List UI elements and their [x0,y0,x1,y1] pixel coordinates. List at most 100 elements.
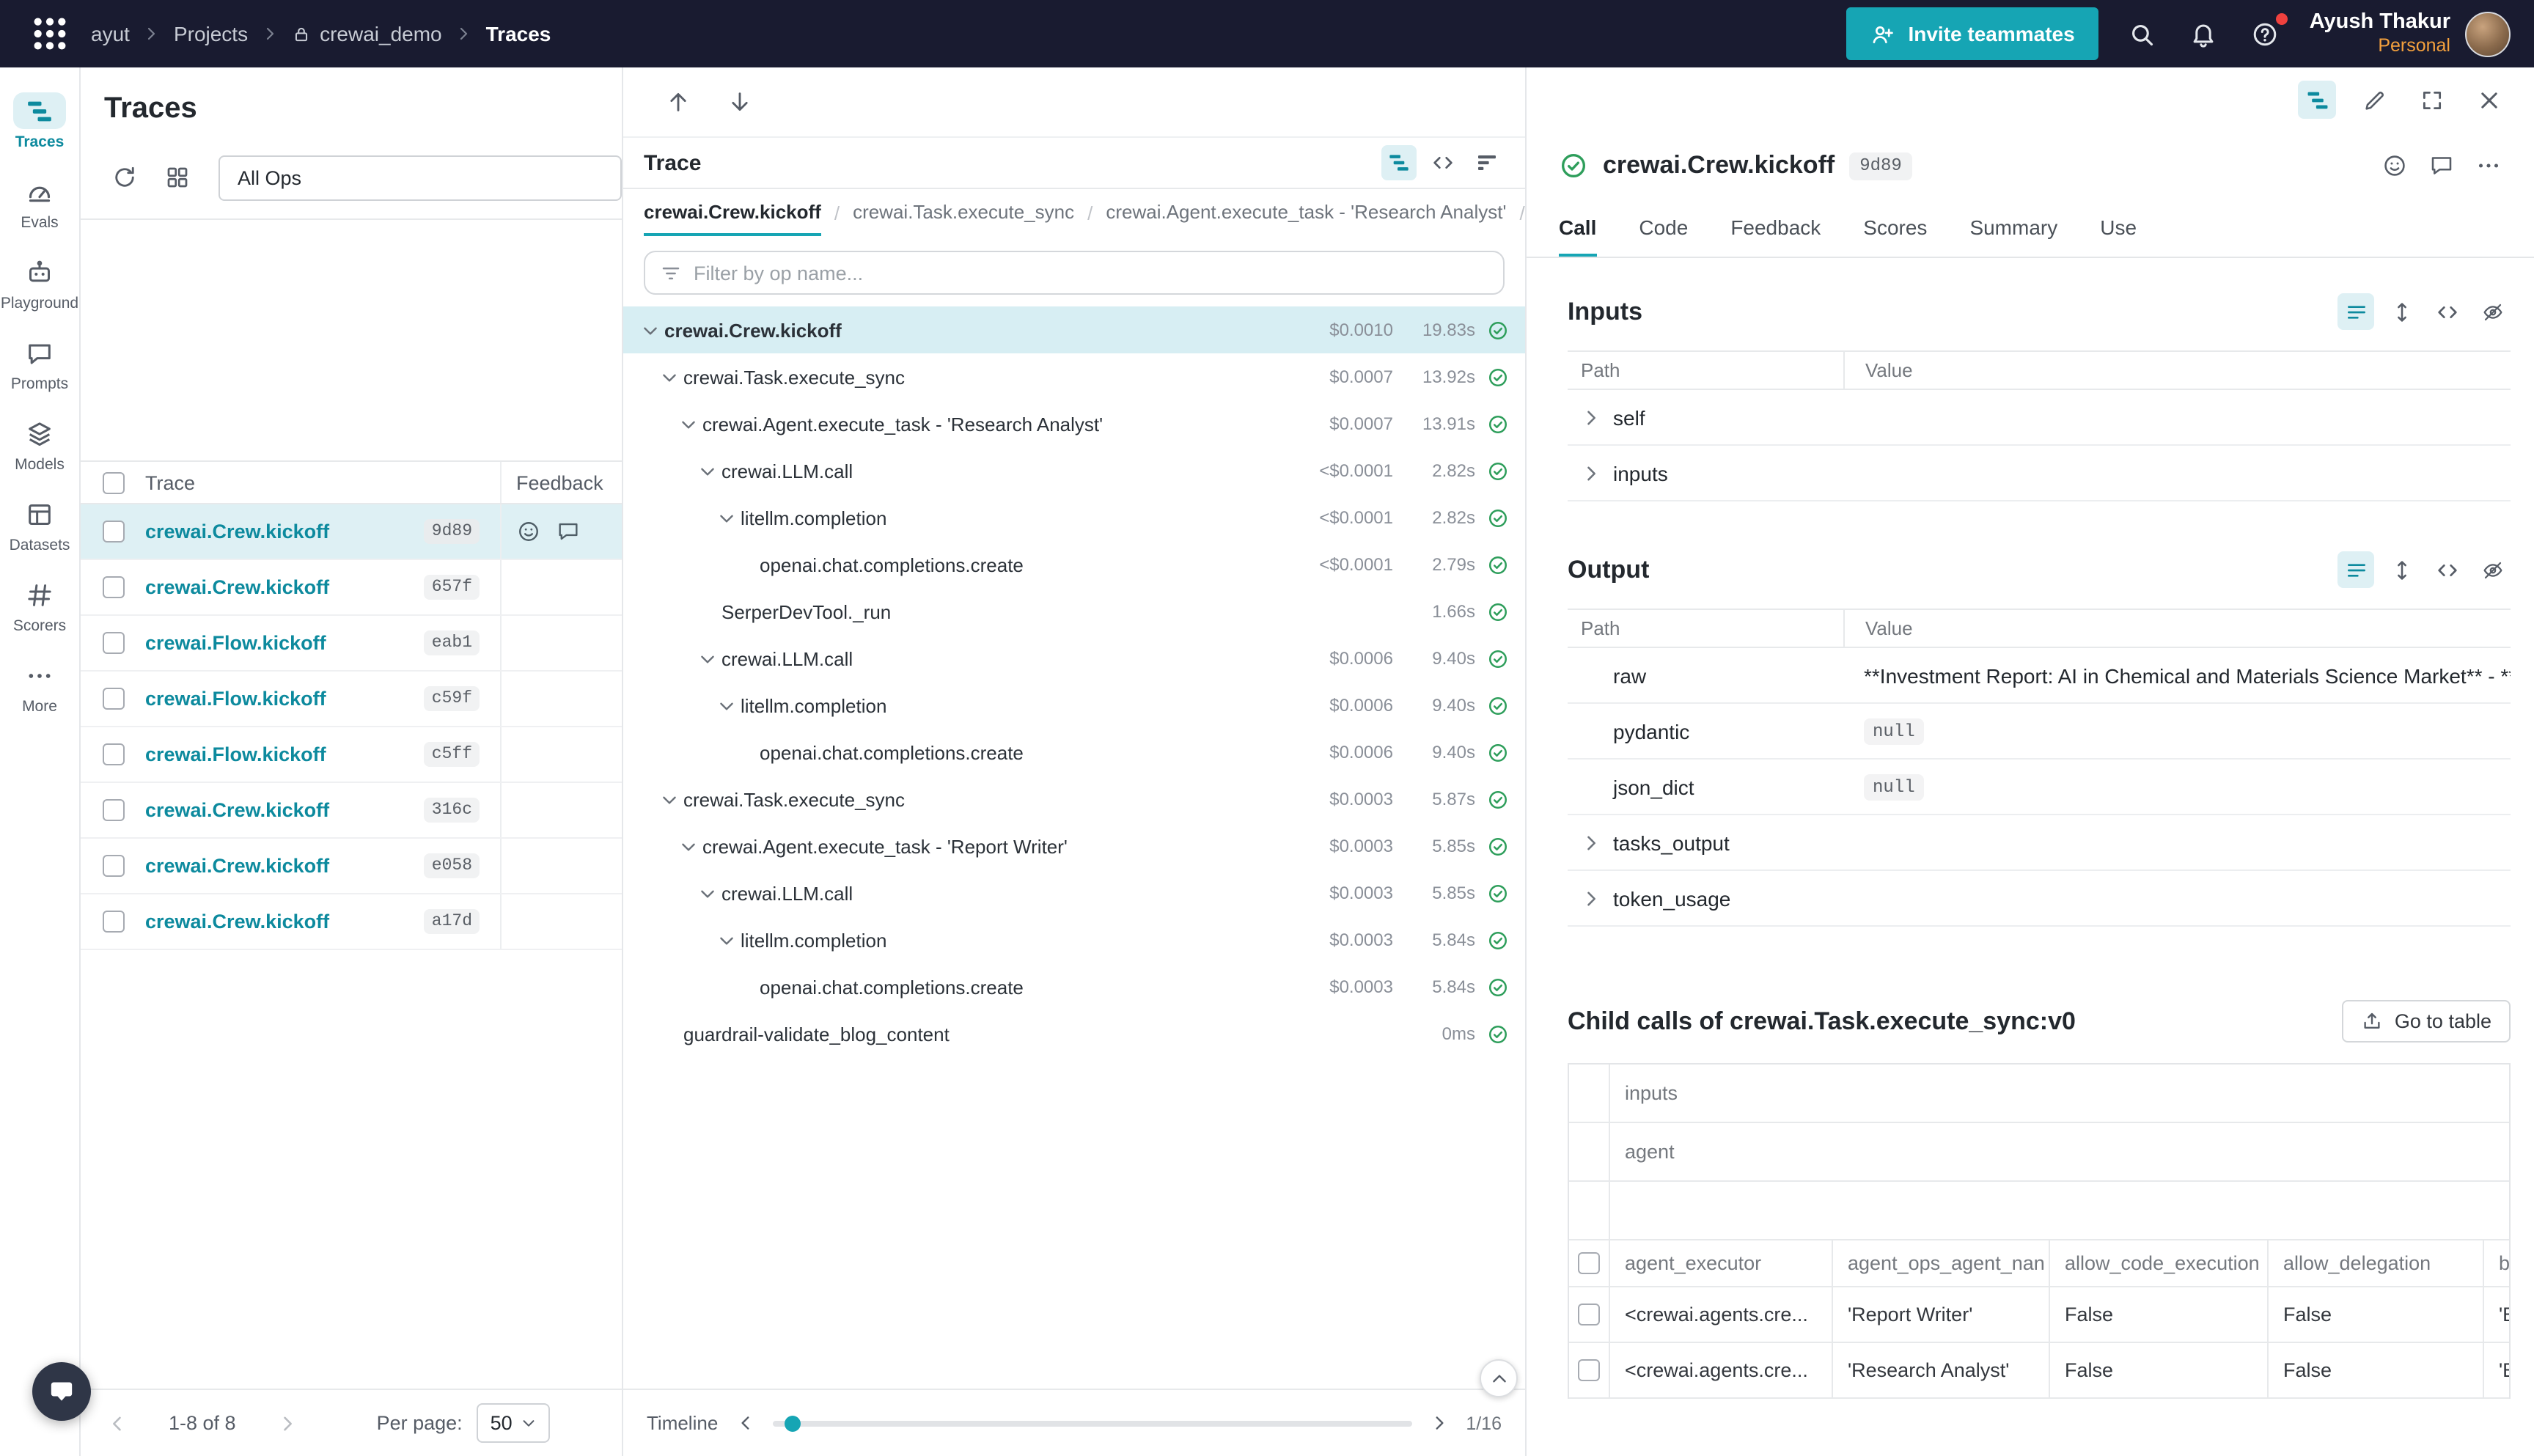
tab-summary[interactable]: Summary [1969,199,2057,257]
row-checkbox[interactable] [1578,1359,1600,1381]
per-page-select[interactable]: 50 [477,1403,551,1443]
breadcrumb-project[interactable]: crewai_demo [292,22,442,45]
comment-icon[interactable] [2428,152,2455,179]
call-tree-row[interactable]: crewai.Task.execute_sync $0.0007 13.92s [623,353,1525,400]
sidebar-item-traces[interactable]: Traces [0,82,79,163]
timeline-knob[interactable] [784,1415,800,1431]
call-tree-row[interactable]: crewai.LLM.call $0.0003 5.85s [623,869,1525,916]
flame-view-button[interactable] [1469,145,1505,180]
call-tree-row[interactable]: openai.chat.completions.create $0.0003 5… [623,963,1525,1010]
next-call-button[interactable] [723,86,755,118]
tab-feedback[interactable]: Feedback [1730,199,1821,257]
call-tree-row[interactable]: crewai.Agent.execute_task - 'Report Writ… [623,823,1525,869]
ops-filter-select[interactable]: All Ops [218,155,622,200]
call-tree-row[interactable]: openai.chat.completions.create <$0.0001 … [623,541,1525,588]
comment-icon[interactable] [556,519,581,544]
tab-scores[interactable]: Scores [1863,199,1927,257]
search-button[interactable] [2125,16,2160,51]
more-menu-icon[interactable] [2475,152,2502,179]
chevron-down-icon[interactable] [679,837,698,856]
notifications-button[interactable] [2186,16,2222,51]
select-all-checkbox[interactable] [102,471,124,493]
chevron-right-icon[interactable] [1581,463,1601,483]
path-tab[interactable]: crewai.Agent.execute_task - 'Research An… [1106,189,1506,236]
json-view-button[interactable] [2428,551,2465,588]
call-tree-row[interactable]: crewai.LLM.call <$0.0001 2.82s [623,447,1525,494]
output-row[interactable]: json_dict null [1568,760,2511,815]
trace-name-link[interactable]: crewai.Crew.kickoff [145,576,425,598]
tree-toggle-button[interactable] [2298,81,2336,119]
chevron-down-icon[interactable] [641,320,660,339]
trace-row[interactable]: crewai.Crew.kickoff 9d89 [81,504,622,560]
call-tree-row[interactable]: litellm.completion $0.0003 5.84s [623,916,1525,963]
path-tab[interactable]: crewai.Task.execute_sync [853,189,1074,236]
breadcrumb-projects[interactable]: Projects [174,22,248,45]
sidebar-item-models[interactable]: Models [0,405,79,485]
input-row[interactable]: inputs [1568,446,2511,501]
call-tree-row[interactable]: litellm.completion $0.0006 9.40s [623,682,1525,729]
call-tree-row[interactable]: SerperDevTool._run 1.66s [623,588,1525,635]
sidebar-item-datasets[interactable]: Datasets [0,485,79,566]
row-checkbox[interactable] [102,799,124,821]
expanded-view-button[interactable] [2337,293,2374,330]
chevron-right-icon[interactable] [1581,832,1601,853]
trace-name-link[interactable]: crewai.Crew.kickoff [145,855,425,877]
sidebar-item-playground[interactable]: Playground [0,243,79,324]
input-row[interactable]: self [1568,390,2511,446]
column-header[interactable]: agent_ops_agent_nan [1833,1240,2050,1286]
call-tree-row[interactable]: openai.chat.completions.create $0.0006 9… [623,729,1525,776]
call-tree-row[interactable]: crewai.Agent.execute_task - 'Research An… [623,400,1525,447]
call-tree-row[interactable]: crewai.LLM.call $0.0006 9.40s [623,635,1525,682]
output-row[interactable]: raw **Investment Report: AI in Chemical … [1568,648,2511,704]
trace-name-link[interactable]: crewai.Crew.kickoff [145,521,425,543]
smiley-icon[interactable] [516,519,541,544]
call-tree-row[interactable]: litellm.completion <$0.0001 2.82s [623,494,1525,541]
user-menu[interactable]: Ayush Thakur Personal [2310,9,2511,59]
trace-row[interactable]: crewai.Crew.kickoff 657f [81,560,622,616]
chevron-down-icon[interactable] [679,414,698,433]
hide-values-button[interactable] [2474,551,2511,588]
tab-code[interactable]: Code [1639,199,1688,257]
code-view-button[interactable] [1425,145,1461,180]
fullscreen-button[interactable] [2412,81,2450,119]
trace-name-link[interactable]: crewai.Crew.kickoff [145,911,425,933]
trace-row[interactable]: crewai.Crew.kickoff a17d [81,894,622,950]
refresh-button[interactable] [104,157,145,198]
row-checkbox[interactable] [102,743,124,765]
go-to-table-button[interactable]: Go to table [2342,1000,2511,1043]
trace-row[interactable]: crewai.Crew.kickoff 316c [81,783,622,839]
chevron-down-icon[interactable] [717,930,736,949]
prev-page-icon[interactable] [107,1413,128,1433]
row-checkbox[interactable] [102,855,124,877]
row-checkbox[interactable] [102,911,124,933]
chevron-down-icon[interactable] [717,508,736,527]
row-checkbox[interactable] [102,688,124,710]
tab-use[interactable]: Use [2100,199,2137,257]
expanded-view-button[interactable] [2337,551,2374,588]
chevron-right-icon[interactable] [1581,888,1601,908]
trace-row[interactable]: crewai.Flow.kickoff c5ff [81,727,622,783]
wandb-logo[interactable] [29,13,70,54]
chevron-left-icon[interactable] [735,1413,754,1433]
chevron-down-icon[interactable] [660,790,679,809]
avatar[interactable] [2465,11,2511,56]
column-header[interactable]: allow_code_execution [2050,1240,2269,1286]
column-header[interactable]: b [2484,1240,2511,1286]
child-call-row[interactable]: <crewai.agents.cre... 'Research Analyst'… [1569,1343,2509,1399]
column-header[interactable]: allow_delegation [2269,1240,2484,1286]
timeline-slider[interactable] [772,1420,1411,1426]
chevron-down-icon[interactable] [698,649,717,668]
unfold-button[interactable] [2383,293,2420,330]
call-tree-row[interactable]: crewai.Task.execute_sync $0.0003 5.87s [623,776,1525,823]
hide-values-button[interactable] [2474,293,2511,330]
breadcrumb-entity[interactable]: ayut [91,22,130,45]
row-checkbox[interactable] [102,521,124,543]
row-checkbox[interactable] [102,576,124,598]
trace-name-link[interactable]: crewai.Flow.kickoff [145,632,425,654]
trace-row[interactable]: crewai.Flow.kickoff c59f [81,672,622,727]
select-all-checkbox[interactable] [1578,1252,1600,1274]
next-page-icon[interactable] [277,1413,298,1433]
chevron-down-icon[interactable] [660,367,679,386]
add-reaction-icon[interactable] [2381,152,2408,179]
chevron-right-icon[interactable] [1429,1413,1448,1433]
